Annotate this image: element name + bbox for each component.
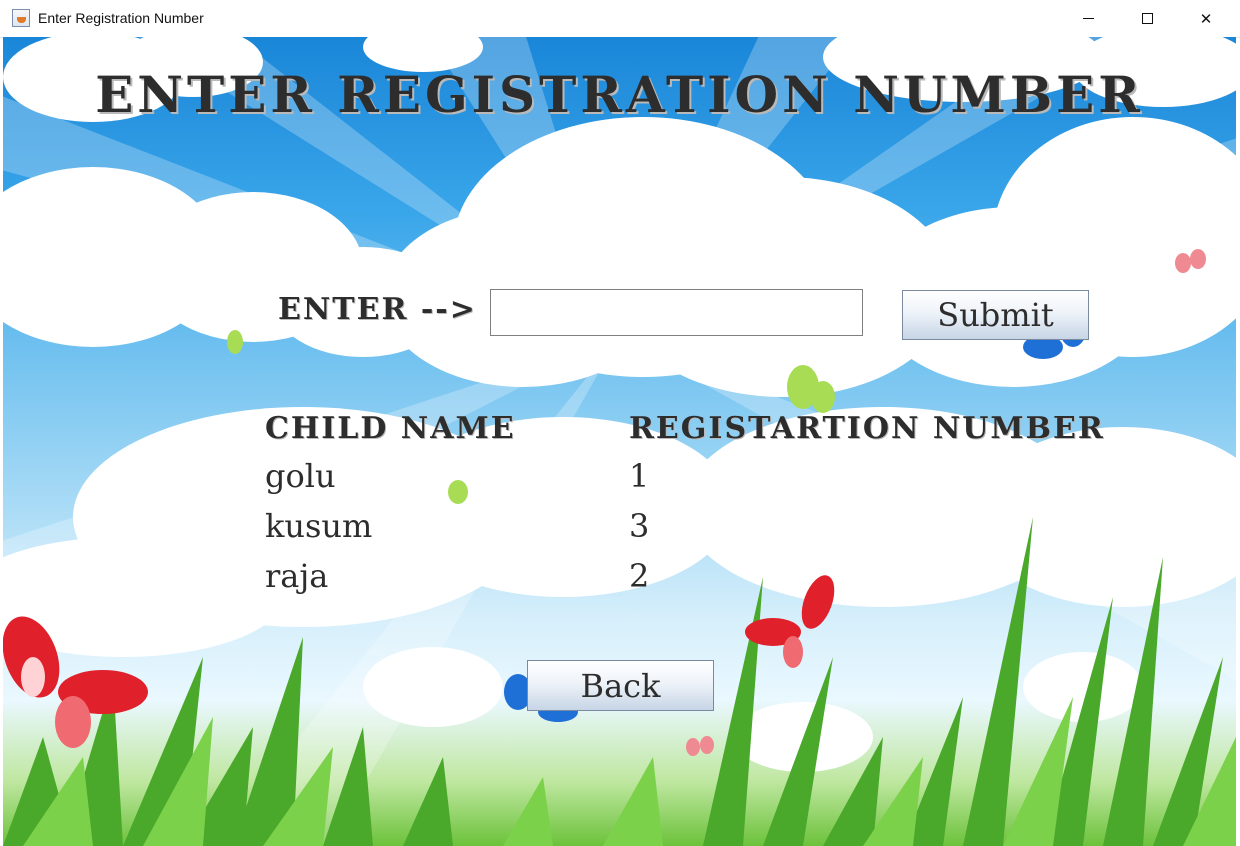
row-3-registration-number: 2: [629, 557, 650, 595]
back-button[interactable]: Back: [527, 660, 714, 711]
window-titlebar: Enter Registration Number ✕: [0, 0, 1240, 38]
maximize-button[interactable]: [1118, 0, 1176, 37]
content-panel: ENTER REGISTRATION NUMBER ENTER --> Subm…: [3, 37, 1236, 846]
registration-number-input[interactable]: [490, 289, 863, 336]
submit-button[interactable]: Submit: [902, 290, 1089, 340]
row-2-child-name: kusum: [265, 507, 373, 545]
page-title: ENTER REGISTRATION NUMBER: [95, 65, 1144, 124]
row-1-child-name: golu: [265, 457, 336, 495]
minimize-button[interactable]: [1059, 0, 1117, 37]
minimize-icon: [1082, 18, 1094, 19]
java-app-icon: [12, 9, 30, 27]
column-header-child-name: CHILD NAME: [265, 411, 516, 446]
close-icon: ✕: [1199, 9, 1213, 28]
row-2-registration-number: 3: [629, 507, 650, 545]
window-title: Enter Registration Number: [38, 10, 204, 26]
enter-label: ENTER -->: [278, 292, 477, 327]
row-3-child-name: raja: [265, 557, 329, 595]
row-1-registration-number: 1: [629, 457, 650, 495]
column-header-registration-number: REGISTARTION NUMBER: [629, 411, 1105, 446]
close-button[interactable]: ✕: [1177, 0, 1235, 37]
maximize-icon: [1141, 13, 1153, 24]
